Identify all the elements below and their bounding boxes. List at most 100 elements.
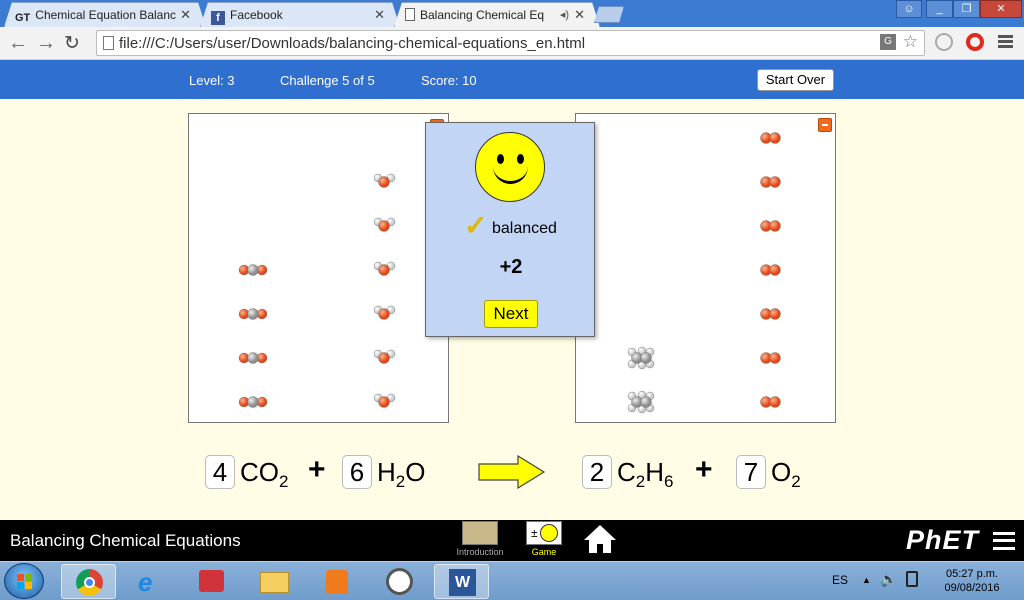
- c2h6-molecule: [627, 346, 655, 370]
- reactant-molecules: [238, 173, 396, 408]
- volume-icon[interactable]: 🔈: [880, 571, 897, 588]
- window-close-button[interactable]: ✕: [980, 0, 1022, 18]
- folder-icon: [260, 572, 289, 593]
- forward-icon[interactable]: →: [36, 32, 56, 55]
- tab-label: Balancing Chemical Eq: [420, 8, 545, 22]
- clock-icon: [386, 568, 413, 595]
- reload-icon[interactable]: ↻: [64, 32, 80, 55]
- clock-time: 05:27 p.m.: [946, 568, 998, 580]
- speaker-icon: ◂): [559, 9, 569, 21]
- page-icon: [405, 8, 415, 21]
- points-text: +2: [499, 256, 523, 278]
- challenge-label: Challenge 5 of 5: [280, 73, 375, 88]
- o2-molecule: [760, 308, 781, 320]
- reactants-box: [188, 113, 449, 423]
- clock-date: 09/08/2016: [944, 582, 1000, 594]
- co2-molecule: [238, 308, 268, 320]
- screen-game-button[interactable]: ± Game: [522, 521, 566, 557]
- chrome-taskbar-button[interactable]: [61, 564, 116, 599]
- explorer-taskbar-button[interactable]: [247, 564, 302, 599]
- system-clock[interactable]: 05:27 p.m. 09/08/2016: [936, 567, 1008, 595]
- level-label: Level: 3: [189, 73, 235, 88]
- address-bar[interactable]: file:///C:/Users/user/Downloads/balancin…: [96, 30, 925, 56]
- tab-facebook[interactable]: f Facebook ✕: [200, 2, 400, 27]
- menu-icon[interactable]: [998, 35, 1013, 48]
- coefficient-o2[interactable]: 7: [736, 455, 766, 489]
- phet-logo[interactable]: PhET: [906, 525, 979, 556]
- minimize-button[interactable]: _: [926, 0, 953, 18]
- formula-h2o: H2O: [377, 457, 426, 491]
- red-app-icon: [199, 570, 224, 592]
- tab-balancing-chemical[interactable]: Balancing Chemical Eq ◂) ✕: [394, 2, 600, 27]
- coefficient-c2h6[interactable]: 2: [582, 455, 612, 489]
- score-label: Score: 10: [421, 73, 477, 88]
- start-over-button[interactable]: Start Over: [757, 69, 834, 91]
- screen-label: Introduction: [456, 547, 504, 557]
- opera-icon[interactable]: [966, 33, 984, 51]
- plus-sign: +: [695, 453, 713, 486]
- o2-molecule: [760, 220, 781, 232]
- gt-favicon-icon: GT: [15, 12, 31, 24]
- tab-label: Chemical Equation Balanc: [35, 8, 177, 22]
- products-box: [575, 113, 836, 423]
- co2-molecule: [238, 352, 268, 364]
- coefficient-h2o[interactable]: 6: [342, 455, 372, 489]
- balanced-popup: ✓ balanced +2 Next: [425, 122, 595, 337]
- tab-chemical-equation[interactable]: GT Chemical Equation Balanc ✕: [4, 2, 206, 27]
- close-icon[interactable]: ✕: [180, 7, 191, 23]
- close-icon[interactable]: ✕: [574, 7, 585, 23]
- back-icon[interactable]: ←: [8, 32, 28, 55]
- language-indicator[interactable]: ES: [832, 573, 848, 587]
- o2-molecule: [760, 352, 781, 364]
- o2-molecule: [760, 132, 781, 144]
- co2-molecule: [238, 396, 268, 408]
- browser-tab-strip: GT Chemical Equation Balanc ✕ f Facebook ✕…: [0, 0, 1024, 27]
- h2o-molecule: [373, 173, 396, 188]
- windows-taskbar: e W ES ▲ 🔈 05:27 p.m. 09/08/2016: [0, 561, 1024, 600]
- user-icon[interactable]: ☺: [896, 0, 922, 18]
- h2o-molecules: [373, 173, 396, 408]
- star-icon[interactable]: ☆: [903, 32, 918, 52]
- browser-toolbar: ← → ↻ file:///C:/Users/user/Downloads/ba…: [0, 27, 1024, 60]
- screen-introduction-button[interactable]: Introduction: [452, 521, 508, 557]
- plus-sign: +: [308, 453, 326, 486]
- start-button[interactable]: [4, 563, 44, 599]
- clock-app-taskbar-button[interactable]: [372, 564, 427, 599]
- maximize-button[interactable]: ❐: [953, 0, 980, 18]
- product-molecules: [627, 132, 781, 414]
- game-thumbnail-icon: ±: [526, 521, 562, 545]
- home-icon[interactable]: [583, 524, 617, 554]
- h2o-molecule: [373, 261, 396, 276]
- tab-label: Facebook: [230, 8, 283, 22]
- formula-co2: CO2: [240, 457, 289, 491]
- sim-status-bar: Level: 3 Challenge 5 of 5 Score: 10 Star…: [0, 60, 1024, 99]
- c2h6-molecules: [627, 346, 655, 414]
- o2-molecules: [760, 132, 781, 408]
- checkmark-icon: ✓: [464, 210, 488, 241]
- close-icon[interactable]: ✕: [374, 7, 385, 23]
- o2-molecule: [760, 264, 781, 276]
- smiley-face-icon: [475, 132, 545, 202]
- word-icon: W: [449, 569, 476, 596]
- new-tab-button[interactable]: [594, 6, 624, 23]
- show-hidden-icons-icon[interactable]: ▲: [862, 575, 871, 585]
- media-taskbar-button[interactable]: [310, 564, 365, 599]
- word-taskbar-button[interactable]: W: [434, 564, 489, 599]
- app-taskbar-button[interactable]: [184, 564, 239, 599]
- power-icon[interactable]: [906, 571, 918, 587]
- sim-title: Balancing Chemical Equations: [10, 531, 241, 550]
- c2h6-molecule: [627, 390, 655, 414]
- internet-explorer-icon: e: [138, 567, 153, 597]
- chrome-icon: [76, 569, 103, 596]
- coefficient-co2[interactable]: 4: [205, 455, 235, 489]
- menu-icon[interactable]: [993, 532, 1015, 550]
- ie-taskbar-button[interactable]: e: [124, 564, 179, 599]
- extension-icon[interactable]: [935, 33, 953, 51]
- page-icon: [103, 36, 114, 50]
- h2o-molecule: [373, 393, 396, 408]
- co2-molecules: [238, 264, 268, 408]
- formula-o2: O2: [771, 457, 801, 491]
- translate-icon[interactable]: G: [880, 34, 896, 50]
- next-button[interactable]: Next: [484, 300, 538, 328]
- o2-molecule: [760, 176, 781, 188]
